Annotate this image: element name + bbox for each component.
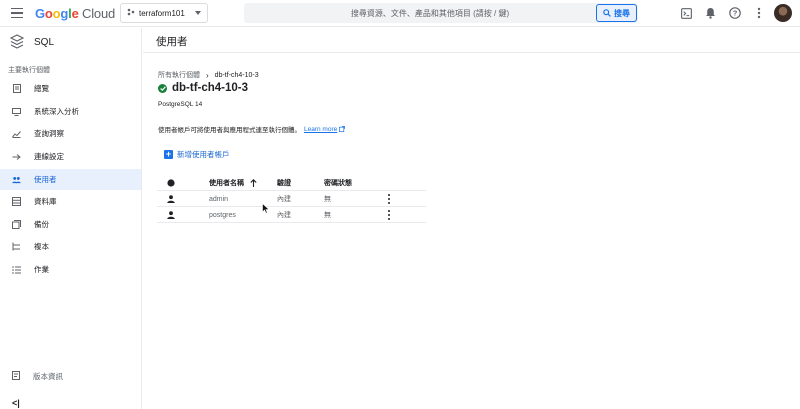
cell-auth: 內建 — [277, 196, 291, 203]
sidebar-section-label: 主要執行個體 — [8, 67, 50, 74]
sidebar-item-connections[interactable]: 連線設定 — [0, 146, 141, 167]
instance-name: db-tf-ch4-10-3 — [172, 82, 249, 94]
chevron-down-icon — [195, 11, 201, 15]
help-icon[interactable]: ? — [728, 6, 742, 20]
project-name: terraform101 — [139, 8, 185, 18]
external-link-icon — [339, 126, 346, 132]
breadcrumb-current: db-tf-ch4-10-3 — [214, 71, 259, 79]
page-title: 使用者 — [156, 36, 188, 48]
breadcrumb: 所有執行個體 › db-tf-ch4-10-3 — [158, 70, 259, 80]
collapse-sidebar-icon[interactable]: <| — [12, 398, 20, 408]
cell-password-status: 無 — [324, 212, 331, 219]
connection-icon — [12, 152, 21, 161]
check-circle-icon — [158, 83, 167, 93]
table-header-row: 使用者名稱 驗證 密碼狀態 — [157, 175, 426, 191]
sidebar-item-operations[interactable]: 作業 — [0, 259, 141, 280]
cell-username: postgres — [209, 211, 236, 219]
list-icon — [12, 265, 21, 274]
status-column-icon — [167, 175, 175, 191]
instance-title: db-tf-ch4-10-3 — [158, 82, 248, 94]
sql-layers-icon — [10, 34, 24, 49]
search-bar: 搜尋 — [244, 3, 638, 23]
replica-icon — [12, 242, 21, 251]
chart-icon — [12, 129, 21, 138]
sidebar-item-replicas[interactable]: 複本 — [0, 236, 141, 257]
top-bar: Google Cloud terraform101 搜尋 ? — [0, 0, 800, 27]
users-table: 使用者名稱 驗證 密碼狀態 admin 內建 無 postgres 內建 無 — [157, 175, 426, 223]
row-actions-menu-icon[interactable] — [388, 191, 391, 207]
sidebar-item-query-insights[interactable]: 查詢洞察 — [0, 123, 141, 144]
sidebar-item-overview[interactable]: 總覽 — [0, 78, 141, 99]
product-title: SQL — [34, 36, 55, 48]
bell-icon[interactable] — [703, 6, 717, 20]
project-icon — [127, 8, 135, 18]
main-content: 使用者 所有執行個體 › db-tf-ch4-10-3 db-tf-ch4-10… — [143, 28, 800, 409]
backup-icon — [12, 220, 21, 229]
sidebar: SQL 主要執行個體 總覽 系統深入分析 查詢洞察 連線設定 使用者 資料庫 備… — [0, 28, 142, 409]
cell-auth: 內建 — [277, 212, 291, 219]
sidebar-item-system-insights[interactable]: 系統深入分析 — [0, 101, 141, 122]
table-row: admin 內建 無 — [157, 191, 426, 207]
column-header-password-status[interactable]: 密碼狀態 — [324, 175, 352, 191]
person-icon — [167, 207, 175, 223]
add-user-button[interactable]: + 新增使用者帳戶 — [164, 149, 230, 160]
users-icon — [12, 175, 21, 184]
more-vert-icon[interactable] — [752, 6, 766, 20]
search-button[interactable]: 搜尋 — [596, 4, 637, 22]
cell-username: admin — [209, 195, 229, 203]
row-actions-menu-icon[interactable] — [388, 207, 391, 223]
dashboard-icon — [12, 84, 21, 93]
sidebar-item-databases[interactable]: 資料庫 — [0, 191, 141, 212]
google-cloud-logo[interactable]: Google Cloud — [35, 6, 115, 21]
sidebar-item-release-notes[interactable]: 版本資訊 — [0, 368, 141, 385]
mouse-cursor-icon — [262, 202, 270, 216]
product-header: SQL — [10, 32, 54, 52]
avatar[interactable] — [774, 4, 792, 22]
instance-version: PostgreSQL 14 — [158, 101, 203, 108]
page-description: 使用者帳戶可將使用者與應用程式連至執行個體。 Learn more — [158, 124, 346, 134]
person-icon — [167, 191, 175, 207]
column-header-auth[interactable]: 驗證 — [277, 175, 291, 191]
release-notes-icon — [12, 371, 20, 382]
chevron-right-icon: › — [206, 70, 209, 80]
search-input[interactable] — [244, 3, 596, 23]
monitor-icon — [12, 107, 21, 116]
cell-password-status: 無 — [324, 196, 331, 203]
terminal-icon[interactable] — [679, 6, 693, 20]
project-picker[interactable]: terraform101 — [120, 3, 208, 23]
breadcrumb-all-instances[interactable]: 所有執行個體 — [158, 70, 200, 80]
page-header: 使用者 — [143, 28, 800, 53]
sidebar-item-users[interactable]: 使用者 — [0, 169, 141, 190]
learn-more-link[interactable]: Learn more — [304, 126, 346, 133]
table-row: postgres 內建 無 — [157, 207, 426, 223]
column-header-username[interactable]: 使用者名稱 — [209, 175, 257, 191]
database-icon — [12, 197, 21, 206]
sort-arrow-up-icon — [250, 179, 257, 187]
search-icon — [603, 9, 611, 17]
svg-text:?: ? — [733, 9, 738, 18]
add-icon: + — [164, 149, 173, 159]
menu-icon[interactable] — [11, 8, 23, 18]
sidebar-item-backups[interactable]: 備份 — [0, 214, 141, 235]
